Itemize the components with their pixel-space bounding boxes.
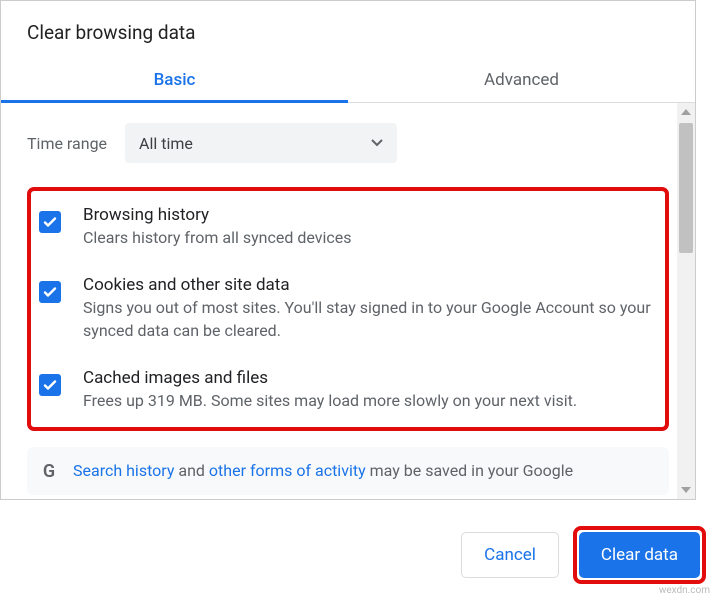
time-range-value: All time bbox=[139, 134, 193, 153]
checkbox-cached[interactable] bbox=[39, 374, 61, 396]
chevron-down-icon bbox=[371, 139, 383, 147]
clear-data-button[interactable]: Clear data bbox=[579, 532, 700, 578]
option-title: Cookies and other site data bbox=[83, 275, 657, 295]
scroll-area: Time range All time Browsing history Cle… bbox=[1, 103, 695, 499]
scrollbar-thumb[interactable] bbox=[679, 123, 693, 253]
notice-tail: may be saved in your Google bbox=[366, 461, 574, 480]
time-range-label: Time range bbox=[27, 134, 107, 153]
time-range-select[interactable]: All time bbox=[125, 123, 397, 163]
option-text: Cookies and other site data Signs you ou… bbox=[83, 275, 657, 342]
tabs: Basic Advanced bbox=[1, 58, 695, 103]
option-cookies: Cookies and other site data Signs you ou… bbox=[35, 275, 657, 342]
cancel-button[interactable]: Cancel bbox=[461, 532, 559, 578]
option-desc: Frees up 319 MB. Some sites may load mor… bbox=[83, 390, 577, 412]
scroll-down-icon[interactable] bbox=[677, 481, 695, 499]
option-title: Browsing history bbox=[83, 205, 352, 225]
google-g-icon: G bbox=[39, 461, 59, 481]
tab-basic[interactable]: Basic bbox=[1, 58, 348, 102]
link-search-history[interactable]: Search history bbox=[73, 461, 174, 480]
clear-data-highlight: Clear data bbox=[573, 526, 706, 584]
account-notice: G Search history and other forms of acti… bbox=[27, 447, 669, 495]
option-browsing-history: Browsing history Clears history from all… bbox=[35, 205, 657, 249]
option-title: Cached images and files bbox=[83, 368, 577, 388]
checkbox-cookies[interactable] bbox=[39, 281, 61, 303]
watermark: wexdn.com bbox=[659, 585, 710, 596]
tab-advanced[interactable]: Advanced bbox=[348, 58, 695, 102]
notice-mid: and bbox=[174, 461, 209, 480]
scrollbar[interactable] bbox=[677, 103, 695, 499]
notice-text: Search history and other forms of activi… bbox=[73, 461, 573, 480]
option-cached: Cached images and files Frees up 319 MB.… bbox=[35, 368, 657, 412]
time-range-row: Time range All time bbox=[27, 123, 669, 163]
checkbox-browsing-history[interactable] bbox=[39, 211, 61, 233]
options-highlighted-group: Browsing history Clears history from all… bbox=[27, 187, 669, 431]
dialog-title: Clear browsing data bbox=[1, 1, 695, 58]
option-text: Browsing history Clears history from all… bbox=[83, 205, 352, 249]
scroll-up-icon[interactable] bbox=[677, 103, 695, 121]
option-desc: Signs you out of most sites. You'll stay… bbox=[83, 297, 657, 342]
clear-browsing-data-dialog: Clear browsing data Basic Advanced Time … bbox=[0, 0, 696, 500]
option-desc: Clears history from all synced devices bbox=[83, 227, 352, 249]
link-other-activity[interactable]: other forms of activity bbox=[209, 461, 366, 480]
dialog-footer: Cancel Clear data bbox=[461, 526, 706, 584]
option-text: Cached images and files Frees up 319 MB.… bbox=[83, 368, 577, 412]
